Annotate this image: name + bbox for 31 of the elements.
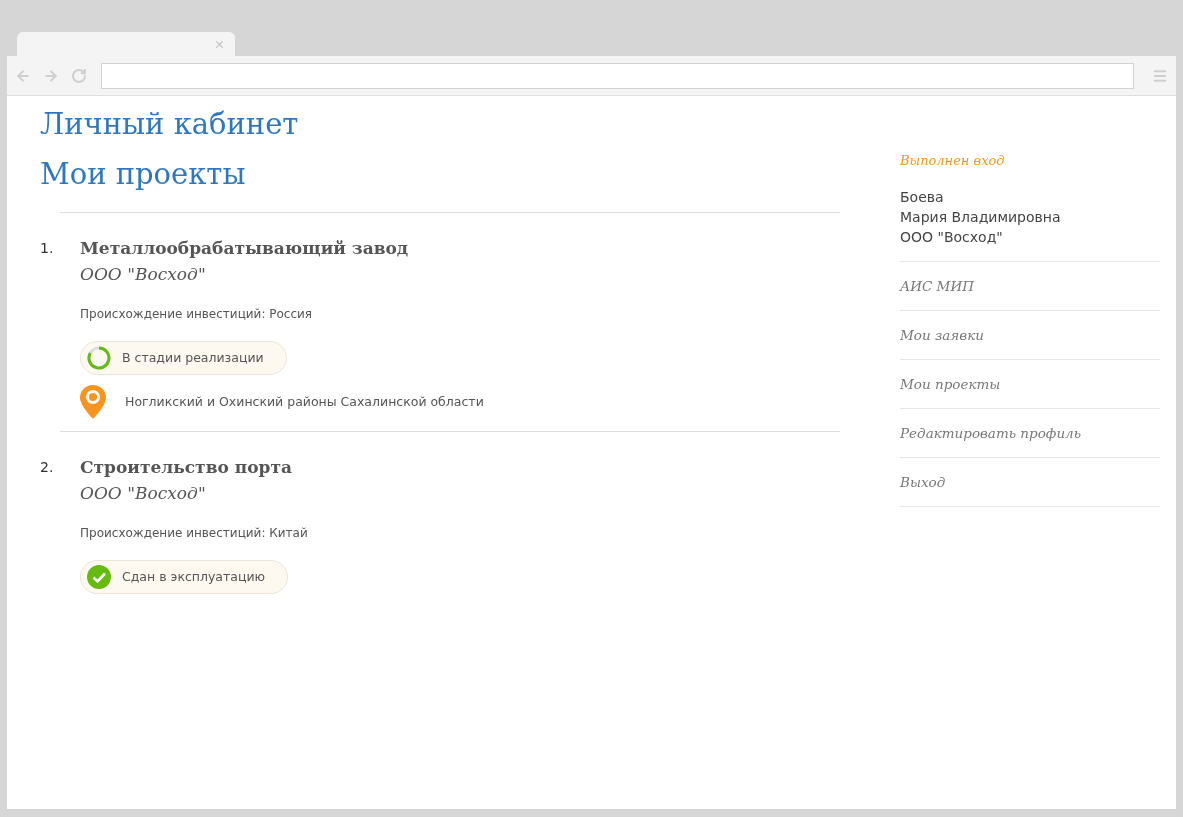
check-circle-icon [87,565,111,589]
login-status: Выполнен вход [900,152,1006,170]
user-info-line: Мария Владимировна [900,207,1062,227]
browser-tab[interactable] [17,32,235,56]
project-title[interactable]: Строительство порта [80,454,308,480]
user-info-line: ООО "Восход" [900,227,1004,247]
sidebar-menu-link[interactable]: Редактировать профиль [900,424,1082,441]
company-name: ООО "Восход" [80,482,207,505]
sidebar-menu-link[interactable]: Мои заявки [900,326,984,343]
address-bar[interactable] [101,62,1134,89]
forward-arrow-icon[interactable] [43,67,59,84]
project-title[interactable]: Металлообрабатывающий завод [80,235,484,261]
location-text: Ногликский и Охинский районы Сахалинской области [125,392,484,411]
close-icon[interactable] [214,38,225,50]
investment-origin: Происхождение инвестиций: Россия [80,306,314,323]
map-pin-icon [80,385,106,419]
user-info-line: Боева [900,187,945,207]
investment-origin: Происхождение инвестиций: Китай [80,525,308,542]
menu-icon[interactable] [1152,67,1168,84]
sidebar-menu-link[interactable]: АИС МИП [900,277,974,294]
list-number: 2. [40,458,55,477]
status-label: Сдан в эксплуатацию [122,567,266,586]
sidebar-menu-link[interactable]: Мои проекты [900,375,1001,392]
list-number: 1. [40,239,55,258]
page-title: Личный кабинет [40,106,300,142]
company-name: ООО "Восход" [80,263,207,286]
progress-ring-icon [87,346,111,370]
status-label: В стадии реализации [122,348,264,367]
sidebar-menu-link[interactable]: Выход [900,473,946,490]
reload-icon[interactable] [71,67,87,84]
section-title: Мои проекты [40,156,247,192]
